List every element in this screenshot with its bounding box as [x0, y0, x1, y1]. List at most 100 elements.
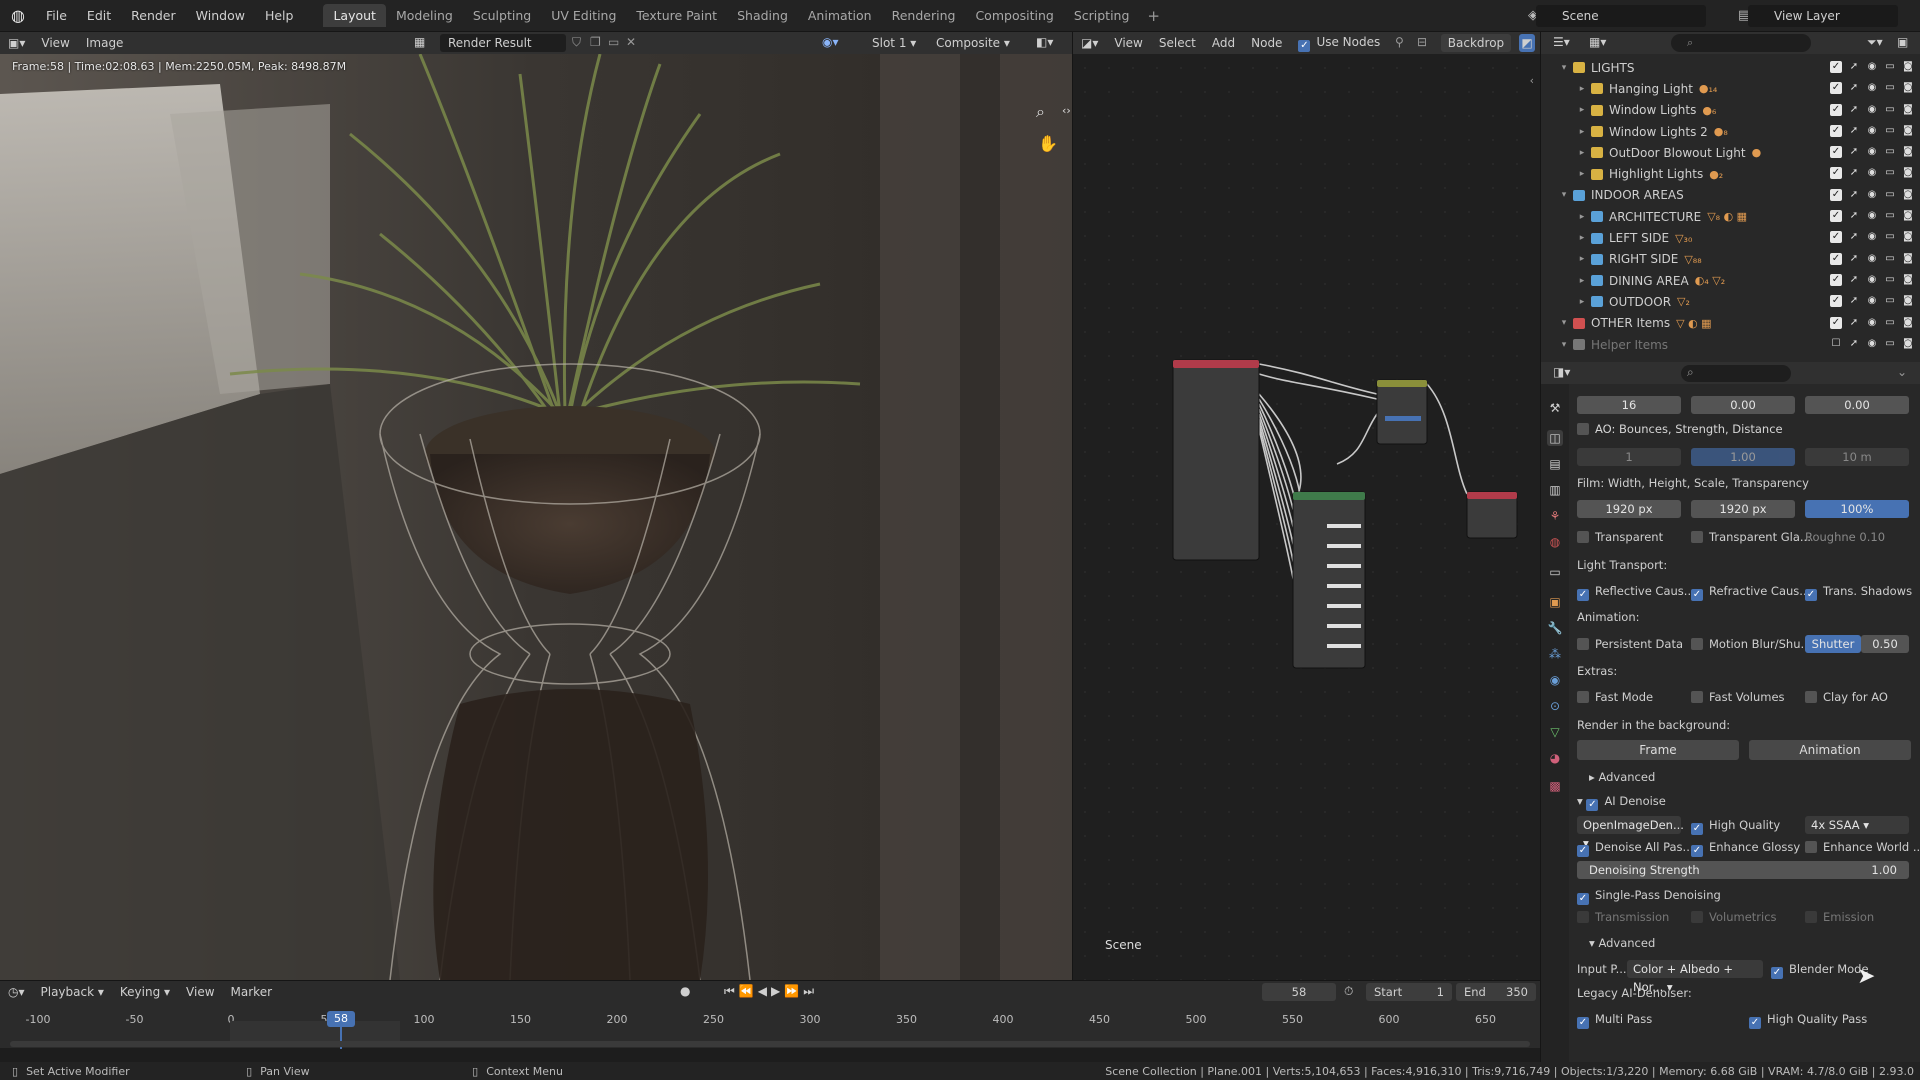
fast-mode-toggle[interactable]: Fast Mode [1577, 690, 1653, 704]
select-arrow-icon[interactable]: ➚ [1848, 125, 1860, 137]
monitor-icon[interactable]: ▭ [1884, 253, 1896, 265]
tab-sculpting[interactable]: Sculpting [463, 4, 541, 27]
disclosure-triangle-icon[interactable]: ▸ [1575, 169, 1589, 179]
tab-modeling[interactable]: Modeling [386, 4, 463, 27]
multi-pass-toggle[interactable]: ✓ Multi Pass [1577, 1012, 1652, 1029]
disclosure-triangle-icon[interactable]: ▸ [1575, 254, 1589, 264]
monitor-icon[interactable]: ▭ [1884, 61, 1896, 73]
tl-menu-marker[interactable]: Marker [223, 985, 280, 999]
exclude-checkbox[interactable]: ✓ [1830, 146, 1842, 159]
ie-menu-image[interactable]: Image [78, 36, 132, 50]
outliner-row[interactable]: ▸ DINING AREA ◐₄ ▽₂ ✓ ➚ ◉ ▭ ◙ [1541, 270, 1920, 291]
use-nodes-toggle[interactable]: ✓ Use Nodes [1290, 35, 1388, 52]
texture-tab-icon[interactable]: ▩ [1547, 778, 1563, 794]
collection-tab-icon[interactable]: ▭ [1547, 564, 1563, 580]
monitor-icon[interactable]: ▭ [1884, 82, 1896, 94]
camera-icon[interactable]: ◙ [1902, 125, 1914, 137]
tab-scripting[interactable]: Scripting [1064, 4, 1140, 27]
select-arrow-icon[interactable]: ➚ [1848, 167, 1860, 179]
monitor-icon[interactable]: ▭ [1884, 295, 1896, 307]
select-arrow-icon[interactable]: ➚ [1848, 104, 1860, 116]
film-height-field[interactable]: 1920 px [1691, 500, 1795, 518]
input-passes-dropdown[interactable]: Color + Albedo + Nor... ▾ [1627, 960, 1763, 994]
scene-tab-icon[interactable]: ⚘ [1547, 508, 1563, 524]
eye-icon[interactable]: ◉ [1866, 189, 1878, 201]
clay-ao-toggle[interactable]: Clay for AO [1805, 690, 1888, 704]
play-icon[interactable]: ▶ [771, 984, 784, 998]
outliner-row[interactable]: ▾ LIGHTS ✓ ➚ ◉ ▭ ◙ [1541, 57, 1920, 78]
next-key-icon[interactable]: ⏩ [784, 984, 803, 998]
transparent-toggle[interactable]: Transparent [1577, 530, 1663, 544]
volumetrics-toggle[interactable]: Volumetrics [1691, 910, 1777, 924]
outliner-row[interactable]: ▸ Highlight Lights ●₂ ✓ ➚ ◉ ▭ ◙ [1541, 163, 1920, 184]
disclosure-triangle-icon[interactable]: ▸ [1575, 212, 1589, 222]
hq-pass-toggle[interactable]: ✓ High Quality Pass [1749, 1012, 1867, 1029]
disclosure-triangle-icon[interactable]: ▸ [1575, 297, 1589, 307]
fake-user-icon[interactable]: ⛉ [572, 35, 581, 50]
samples-field[interactable]: 16 [1577, 396, 1681, 414]
menu-render[interactable]: Render [121, 8, 186, 23]
image-name-field[interactable]: Render Result [440, 34, 566, 52]
exclude-checkbox[interactable]: ✓ [1830, 231, 1842, 244]
advanced-panel-header[interactable]: ▸ Advanced [1589, 770, 1920, 784]
ne-menu-add[interactable]: Add [1204, 36, 1243, 50]
viewer-icon[interactable]: ◉▾ [822, 35, 839, 49]
outliner-row[interactable]: ▾ INDOOR AREAS ✓ ➚ ◉ ▭ ◙ [1541, 185, 1920, 206]
select-arrow-icon[interactable]: ➚ [1848, 61, 1860, 73]
properties-search-input[interactable]: ⌕ [1681, 365, 1791, 382]
node-editor-type-icon[interactable]: ◪▾ [1073, 36, 1106, 50]
monitor-icon[interactable]: ▭ [1884, 338, 1896, 350]
value-field-2[interactable]: 0.00 [1691, 396, 1795, 414]
exclude-checkbox[interactable]: ✓ [1830, 295, 1842, 308]
pin-icon[interactable]: ⚲ [1395, 35, 1404, 49]
shutter-label[interactable]: Shutter [1805, 635, 1861, 653]
outliner-row[interactable]: ▸ OUTDOOR ▽₂ ✓ ➚ ◉ ▭ ◙ [1541, 291, 1920, 312]
ai-denoise-panel-header[interactable]: ▾ ✓ AI Denoise [1577, 794, 1913, 811]
select-arrow-icon[interactable]: ➚ [1848, 338, 1860, 350]
denoiser-dropdown[interactable]: OpenImageDen... ▾ [1577, 816, 1684, 850]
physics-tab-icon[interactable]: ◉ [1547, 672, 1563, 688]
current-frame-field[interactable]: 58 [1262, 983, 1336, 1001]
close-icon[interactable]: ✕ [626, 35, 636, 49]
properties-type-icon[interactable]: ◨▾ [1553, 365, 1570, 379]
output-tab-icon[interactable]: ▤ [1547, 456, 1563, 472]
tab-rendering[interactable]: Rendering [882, 4, 966, 27]
reflective-caustics-toggle[interactable]: ✓ Reflective Caus... [1577, 584, 1695, 601]
exclude-checkbox[interactable]: ✓ [1830, 167, 1842, 180]
pan-hand-icon[interactable]: ✋ [1038, 134, 1058, 153]
camera-icon[interactable]: ◙ [1902, 61, 1914, 73]
eye-icon[interactable]: ◉ [1866, 338, 1878, 350]
tl-menu-keying[interactable]: Keying ▾ [112, 985, 178, 999]
ne-menu-view[interactable]: View [1106, 36, 1150, 50]
parent-node-icon[interactable]: ⊟ [1417, 35, 1427, 49]
options-chevron-icon[interactable]: ⌄ [1897, 365, 1907, 379]
menu-help[interactable]: Help [255, 8, 304, 23]
render-result-image[interactable]: Frame:58 | Time:02:08.63 | Mem:2250.05M,… [0, 54, 1072, 980]
ie-menu-view[interactable]: View [33, 36, 77, 50]
menu-file[interactable]: File [36, 8, 77, 23]
camera-icon[interactable]: ◙ [1902, 167, 1914, 179]
backdrop-channels-icon[interactable]: ◩ [1519, 34, 1535, 52]
ssaa-dropdown[interactable]: 4x SSAA ▾ [1805, 816, 1909, 834]
world-tab-icon[interactable]: ◍ [1547, 534, 1563, 550]
high-quality-toggle[interactable]: ✓ High Quality [1691, 818, 1780, 835]
image-browse-icon[interactable]: ▦ [414, 35, 425, 49]
render-animation-button[interactable]: Animation [1749, 740, 1911, 760]
exclude-checkbox[interactable]: ✓ [1830, 252, 1842, 265]
sidebar-toggle-icon[interactable]: ‹› [1062, 104, 1071, 117]
tl-menu-playback[interactable]: Playback ▾ [33, 985, 112, 999]
enhance-world-toggle[interactable]: Enhance World ... [1805, 840, 1920, 854]
new-collection-icon[interactable]: ▣ [1897, 35, 1908, 49]
camera-icon[interactable]: ◙ [1902, 274, 1914, 286]
timeline-type-icon[interactable]: ◷▾ [0, 985, 33, 999]
motion-blur-toggle[interactable]: Motion Blur/Shu... [1691, 637, 1811, 651]
scene-selector[interactable]: Scene [1536, 5, 1706, 27]
select-arrow-icon[interactable]: ➚ [1848, 82, 1860, 94]
play-reverse-icon[interactable]: ◀ [758, 984, 771, 998]
tab-animation[interactable]: Animation [798, 4, 882, 27]
tl-menu-view[interactable]: View [178, 985, 222, 999]
select-arrow-icon[interactable]: ➚ [1848, 231, 1860, 243]
exclude-checkbox[interactable]: ✓ [1830, 273, 1842, 286]
outliner-type-icon[interactable]: ☰▾ [1553, 35, 1570, 49]
disclosure-triangle-icon[interactable]: ▸ [1575, 148, 1589, 158]
